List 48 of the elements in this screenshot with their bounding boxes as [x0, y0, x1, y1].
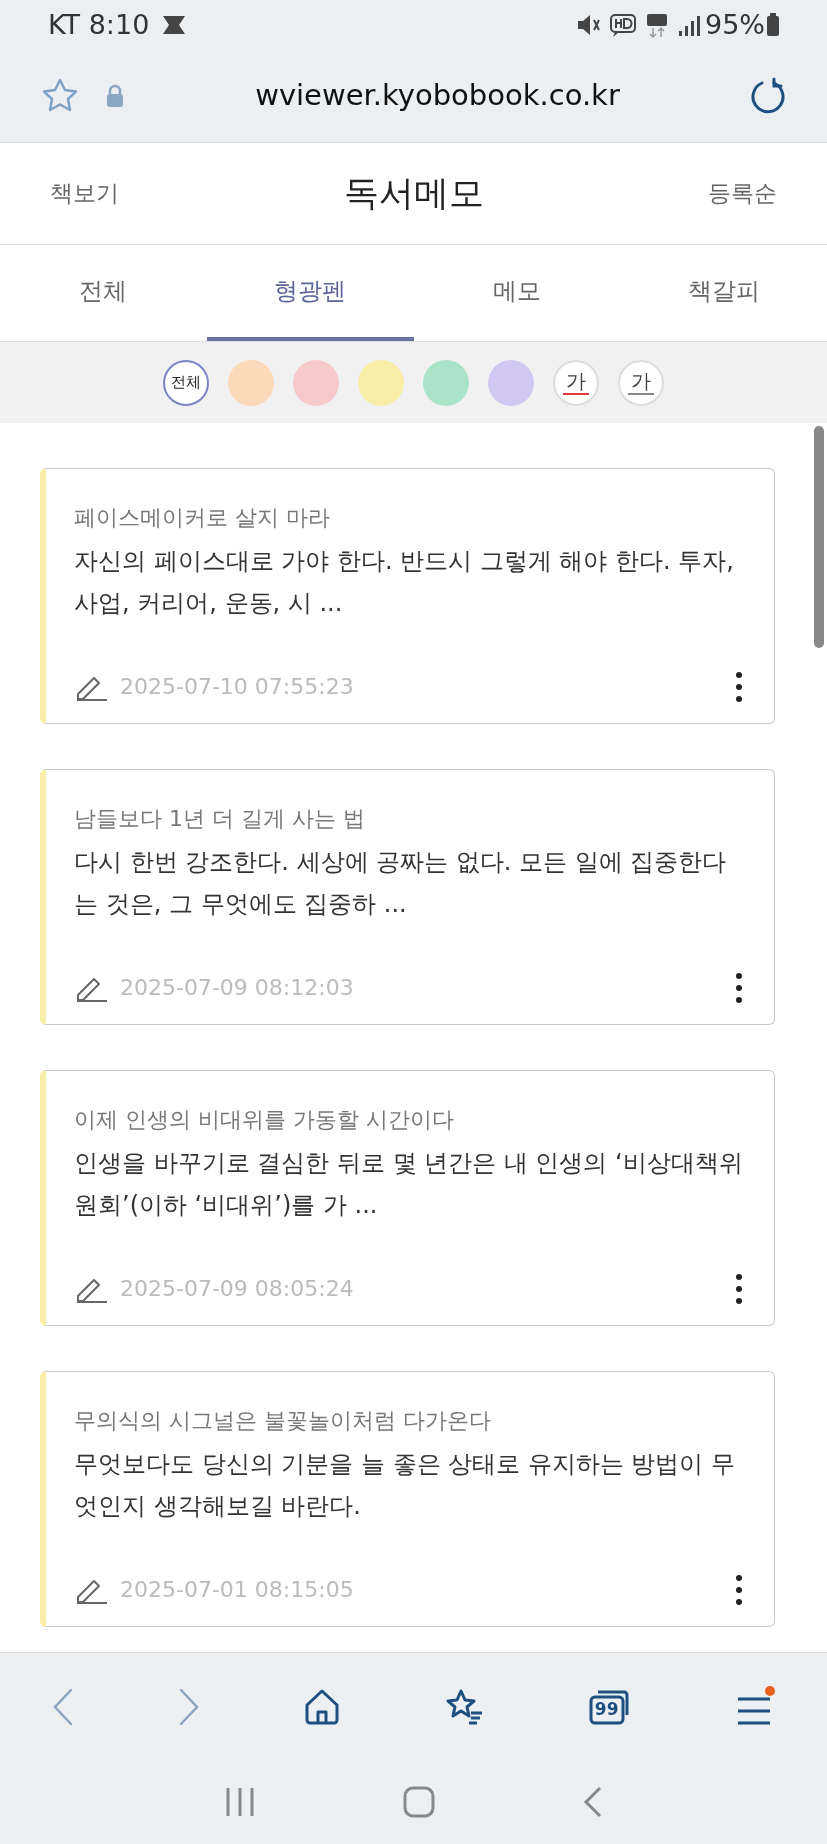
- note-title: 페이스메이커로 살지 마라: [74, 504, 331, 532]
- tab[interactable]: 메모: [413, 245, 621, 341]
- note-title: 무의식의 시그널은 불꽃놀이처럼 다가온다: [74, 1407, 492, 1435]
- color-filter[interactable]: [358, 359, 404, 406]
- home-button-icon[interactable]: [403, 1786, 436, 1818]
- note-title: 남들보다 1년 더 길게 사는 법: [74, 805, 366, 833]
- underline-filter[interactable]: 가: [553, 359, 599, 406]
- mute-icon: [575, 12, 601, 38]
- network-icon: [645, 12, 669, 38]
- note-title: 이제 인생의 비대위를 가동할 시간이다: [74, 1106, 455, 1134]
- status-time: KT 8:10: [48, 7, 150, 42]
- note-card[interactable]: 무의식의 시그널은 불꽃놀이처럼 다가온다 무엇보다도 당신의 기분을 늘 좋은 상태로 유지하는 방법이 무엇인지 생각해보길 바란다. 2025-07-01 08:15:05: [40, 1371, 775, 1627]
- color-filter[interactable]: [423, 359, 469, 406]
- note-text: 무엇보다도 당신의 기분을 늘 좋은 상태로 유지하는 방법이 무엇인지 생각해보길 바란다.: [74, 1449, 737, 1522]
- hd-icon: [609, 12, 637, 38]
- note-date: 2025-07-10 07:55:23: [120, 673, 355, 701]
- note-text: 다시 한번 강조한다. 세상에 공짜는 없다. 모든 일에 집중한다는 것은, 그 무엇에도 집중하 ...: [74, 847, 728, 920]
- color-filter[interactable]: [228, 359, 274, 406]
- battery-icon: [765, 12, 781, 38]
- note-text: 자신의 페이스대로 가야 한다. 반드시 그렇게 해야 한다. 투자, 사업, 커리어, 운동, 시 ...: [74, 546, 735, 619]
- note-card[interactable]: 남들보다 1년 더 길게 사는 법 다시 한번 강조한다. 세상에 공짜는 없다. 모든 일에 집중한다는 것은, 그 무엇에도 집중하 ... 2025-07-09 08:12:03: [40, 769, 775, 1025]
- more-icon[interactable]: [734, 670, 744, 703]
- tab[interactable]: 책갈피: [620, 245, 827, 341]
- color-filter[interactable]: [293, 359, 339, 406]
- view-book-link[interactable]: 책보기: [50, 176, 119, 211]
- note-text: 인생을 바꾸기로 결심한 뒤로 몇 년간은 내 인생의 ‘비상대책위원회’(이하 ‘비대위’)를 가 ...: [74, 1148, 744, 1221]
- reload-icon[interactable]: [749, 77, 787, 115]
- underline-sample: 가: [563, 370, 589, 395]
- scrollbar-thumb[interactable]: [814, 426, 824, 648]
- sort-link[interactable]: 등록순: [708, 176, 777, 211]
- note-date: 2025-07-09 08:05:24: [120, 1275, 355, 1303]
- tab[interactable]: 전체: [0, 245, 207, 341]
- home-icon[interactable]: [303, 1687, 342, 1726]
- color-filter[interactable]: [488, 359, 534, 406]
- note-date: 2025-07-01 08:15:05: [120, 1576, 355, 1604]
- note-date: 2025-07-09 08:12:03: [120, 974, 355, 1002]
- underline-filter[interactable]: 가: [618, 359, 664, 406]
- note-card[interactable]: 페이스메이커로 살지 마라 자신의 페이스대로 가야 한다. 반드시 그렇게 해야 한다. 투자, 사업, 커리어, 운동, 시 ... 2025-07-10 07:55:23: [40, 468, 775, 724]
- more-icon[interactable]: [734, 1272, 744, 1305]
- page-title: 독서메모: [343, 172, 484, 216]
- back-button-icon[interactable]: [583, 1786, 604, 1818]
- more-icon[interactable]: [734, 971, 744, 1004]
- more-icon[interactable]: [734, 1573, 744, 1606]
- battery-percent: 95%: [705, 7, 765, 42]
- note-card[interactable]: 이제 인생의 비대위를 가동할 시간이다 인생을 바꾸기로 결심한 뒤로 몇 년간은 내 인생의 ‘비상대책위원회’(이하 ‘비대위’)를 가 ... 2025-07-09 08:05:24: [40, 1070, 775, 1326]
- underline-sample: 가: [628, 370, 654, 395]
- lock-icon: [104, 83, 126, 109]
- all-filter[interactable]: 전체: [163, 359, 209, 406]
